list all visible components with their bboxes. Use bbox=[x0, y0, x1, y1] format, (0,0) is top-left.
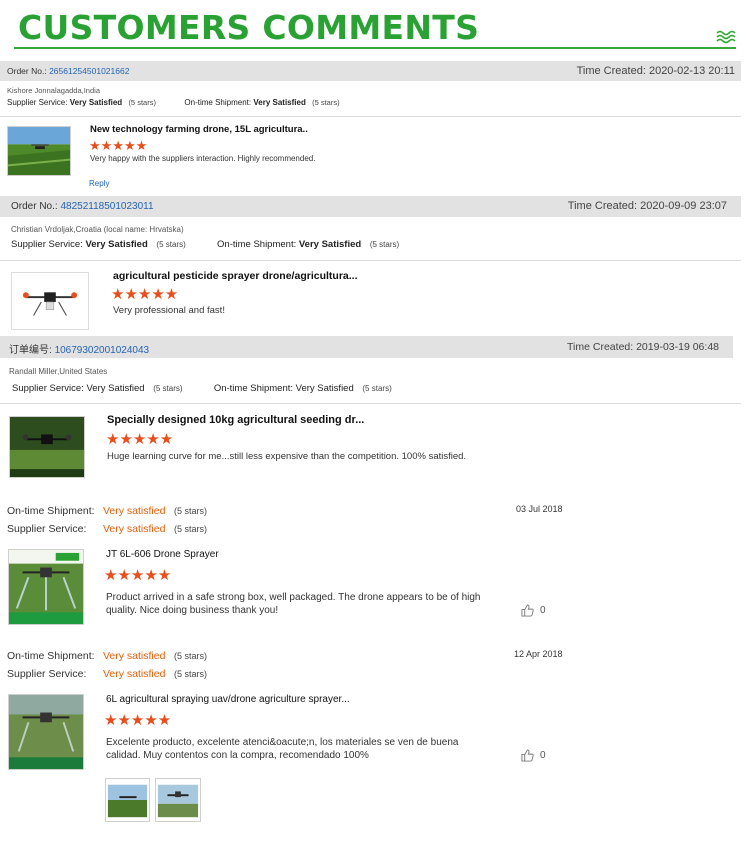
divider bbox=[0, 116, 741, 117]
time-value: 2020-09-09 23:07 bbox=[640, 200, 727, 212]
thumbs-up-icon bbox=[521, 749, 534, 762]
service-ratings: Supplier Service: Very Satisfied (5 star… bbox=[11, 239, 399, 250]
supplier-stars: (5 stars) bbox=[156, 240, 186, 249]
review-photo[interactable] bbox=[155, 778, 201, 822]
time-label: Time Created: bbox=[567, 200, 638, 212]
rating-stars: ★★★★★ bbox=[106, 431, 174, 448]
like-count: 0 bbox=[540, 605, 546, 616]
shipment-label: On-time Shipment: bbox=[7, 505, 95, 517]
page-title: CUSTOMERS COMMENTS bbox=[18, 8, 480, 47]
wave-icon bbox=[716, 30, 736, 44]
customer-name: Randall Miller,United States bbox=[9, 367, 108, 376]
supplier-label: Supplier Service: bbox=[11, 239, 83, 250]
product-thumbnail[interactable] bbox=[11, 272, 89, 330]
supplier-stars: (5 stars) bbox=[128, 98, 156, 107]
supplier-value: Very Satisfied bbox=[86, 383, 145, 394]
shipment-label: On-time Shipment: bbox=[213, 383, 294, 394]
shipment-stars: (5 stars) bbox=[312, 98, 340, 107]
product-thumbnail[interactable] bbox=[8, 694, 84, 770]
order-number-link[interactable]: 48252118501023011 bbox=[60, 201, 153, 212]
review-date: 12 Apr 2018 bbox=[514, 649, 563, 659]
rating-stars: ★★★★★ bbox=[111, 286, 179, 303]
supplier-value: Very satisfied bbox=[103, 668, 166, 680]
like-count: 0 bbox=[540, 750, 546, 761]
supplier-value: Very Satisfied bbox=[69, 98, 123, 107]
order-bar: Order No.: 26561254501021662 Time Create… bbox=[0, 61, 741, 81]
product-thumbnail[interactable] bbox=[8, 549, 84, 625]
reply-link[interactable]: Reply bbox=[89, 179, 109, 188]
supplier-label: Supplier Service: bbox=[7, 523, 87, 535]
order-number-link[interactable]: 26561254501021662 bbox=[49, 66, 129, 76]
supplier-stars: (5 stars) bbox=[153, 384, 183, 393]
header-divider bbox=[14, 47, 736, 49]
divider bbox=[0, 403, 741, 404]
supplier-stars: (5 stars) bbox=[174, 669, 208, 679]
product-title-link[interactable]: Specially designed 10kg agricultural see… bbox=[107, 414, 364, 426]
divider bbox=[0, 260, 741, 261]
supplier-value: Very Satisfied bbox=[85, 239, 148, 250]
review-comment: Product arrived in a safe strong box, we… bbox=[106, 592, 481, 616]
supplier-label: Supplier Service: bbox=[7, 668, 87, 680]
review-comment: Very professional and fast! bbox=[113, 305, 225, 316]
order-label: Order No.: bbox=[11, 201, 58, 212]
order-label: 订单编号: bbox=[9, 345, 52, 356]
product-title-link[interactable]: New technology farming drone, 15L agricu… bbox=[90, 124, 308, 135]
review-date: 03 Jul 2018 bbox=[516, 504, 563, 514]
customer-name: Christian Vrdoljak,Croatia (local name: … bbox=[11, 225, 184, 234]
shipment-stars: (5 stars) bbox=[362, 384, 392, 393]
rating-stars: ★★★★★ bbox=[89, 138, 148, 153]
product-title-link[interactable]: 6L agricultural spraying uav/drone agric… bbox=[106, 694, 350, 705]
shipment-value: Very Satisfied bbox=[295, 383, 354, 394]
product-thumbnail[interactable] bbox=[7, 126, 71, 176]
thumbs-up-icon bbox=[521, 604, 534, 617]
customer-name: Kishore Jonnalagadda,India bbox=[7, 86, 100, 95]
review-comment: Excelente producto, excelente atenci&oac… bbox=[106, 737, 459, 761]
product-title-link[interactable]: JT 6L-606 Drone Sprayer bbox=[106, 549, 219, 560]
service-ratings: Supplier Service: Very Satisfied (5 star… bbox=[7, 98, 340, 107]
shipment-label: On-time Shipment: bbox=[184, 98, 252, 107]
shipment-value: Very satisfied bbox=[103, 505, 166, 517]
review-comment: Huge learning curve for me...still less … bbox=[107, 451, 467, 462]
product-title-link[interactable]: agricultural pesticide sprayer drone/agr… bbox=[113, 270, 358, 282]
order-bar: 订单编号: 10679302001024043 Time Created: 20… bbox=[0, 336, 733, 358]
time-label: Time Created: bbox=[576, 65, 646, 77]
review-photo[interactable] bbox=[105, 778, 150, 822]
page-header: CUSTOMERS COMMENTS bbox=[0, 0, 750, 56]
shipment-value: Very Satisfied bbox=[253, 98, 306, 107]
shipment-stars: (5 stars) bbox=[174, 651, 208, 661]
shipment-label: On-time Shipment: bbox=[7, 650, 95, 662]
supplier-label: Supplier Service: bbox=[7, 98, 68, 107]
rating-stars: ★★★★★ bbox=[104, 567, 172, 584]
shipment-stars: (5 stars) bbox=[369, 240, 400, 249]
shipment-stars: (5 stars) bbox=[174, 506, 208, 516]
time-label: Time Created: bbox=[567, 341, 634, 353]
supplier-stars: (5 stars) bbox=[174, 524, 208, 534]
order-label: Order No.: bbox=[7, 66, 47, 76]
service-ratings: Supplier Service: Very Satisfied (5 star… bbox=[12, 383, 392, 394]
order-bar: Order No.: 48252118501023011 Time Create… bbox=[0, 196, 741, 217]
time-value: 2019-03-19 06:48 bbox=[636, 341, 719, 353]
rating-stars: ★★★★★ bbox=[104, 712, 172, 729]
supplier-value: Very satisfied bbox=[103, 523, 166, 535]
product-thumbnail[interactable] bbox=[9, 416, 85, 478]
order-number-link[interactable]: 10679302001024043 bbox=[55, 345, 150, 356]
review-comment: Very happy with the suppliers interactio… bbox=[90, 154, 316, 163]
shipment-value: Very satisfied bbox=[103, 650, 166, 662]
shipment-value: Very Satisfied bbox=[298, 239, 362, 250]
supplier-label: Supplier Service: bbox=[12, 383, 84, 394]
like-button[interactable]: 0 bbox=[521, 749, 546, 762]
shipment-label: On-time Shipment: bbox=[217, 239, 297, 250]
time-value: 2020-02-13 20:11 bbox=[648, 65, 735, 77]
like-button[interactable]: 0 bbox=[521, 604, 546, 617]
